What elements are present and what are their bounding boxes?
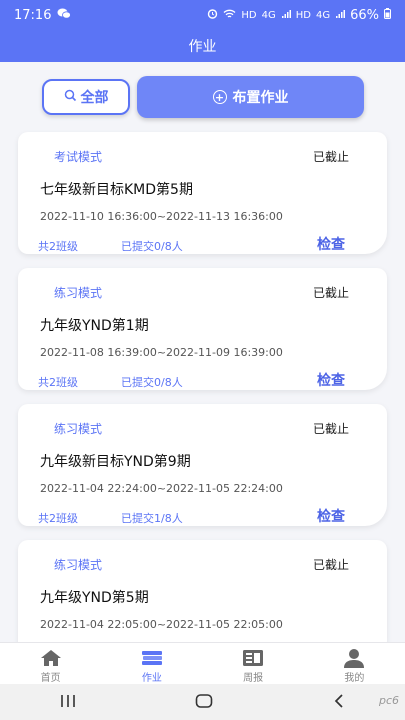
system-nav-bar — [0, 684, 405, 720]
network-label: 4G — [261, 9, 276, 21]
watermark: pc6 — [378, 694, 399, 707]
status-label: 已截止 — [312, 150, 349, 164]
wifi-icon — [223, 9, 236, 22]
homework-card[interactable]: 练习模式 已截止 九年级新目标YND第9期 2022-11-04 22:24:0… — [18, 404, 387, 526]
home-icon — [39, 647, 63, 668]
report-icon — [241, 647, 265, 668]
assign-homework-button[interactable]: + 布置作业 — [137, 76, 364, 118]
homework-card[interactable]: 练习模式 已截止 九年级YND第5期 2022-11-04 22:05:00~2… — [18, 540, 387, 642]
signal-icon — [335, 9, 346, 22]
status-bar: 17:16 HD 4G HD 4G 66% — [0, 0, 405, 30]
status-time: 17:16 — [14, 7, 52, 23]
tab-profile[interactable]: 我的 — [304, 643, 405, 684]
homework-title: 九年级YND第5期 — [40, 590, 149, 606]
homework-list[interactable]: 考试模式 已截止 七年级新目标KMD第5期 2022-11-10 16:36:0… — [0, 130, 405, 642]
battery-icon — [384, 8, 391, 22]
recent-apps-icon[interactable] — [60, 693, 76, 712]
back-icon[interactable] — [333, 693, 345, 712]
submitted-count: 已提交1/8人 — [121, 512, 183, 525]
date-range: 2022-11-04 22:05:00~2022-11-05 22:05:00 — [40, 618, 283, 631]
all-filter-button[interactable]: 全部 — [42, 79, 130, 115]
home-nav-icon[interactable] — [195, 693, 213, 712]
class-count: 共2班级 — [38, 240, 78, 253]
all-filter-label: 全部 — [80, 90, 109, 106]
mode-label: 练习模式 — [54, 558, 103, 572]
homework-title: 九年级新目标YND第9期 — [40, 454, 191, 470]
tab-homework[interactable]: 作业 — [101, 643, 202, 684]
status-label: 已截止 — [312, 558, 349, 572]
search-icon — [64, 89, 77, 106]
check-button[interactable]: 检查 — [317, 234, 345, 254]
mode-label: 考试模式 — [54, 150, 103, 164]
tab-weekly-report[interactable]: 周报 — [203, 643, 304, 684]
mode-label: 练习模式 — [54, 286, 103, 300]
network-label: HD — [241, 9, 257, 21]
homework-title: 九年级YND第1期 — [40, 318, 149, 334]
tab-homework-label: 作业 — [141, 673, 162, 684]
network-label: HD — [295, 9, 311, 21]
status-label: 已截止 — [312, 286, 349, 300]
tab-weekly-report-label: 周报 — [243, 673, 264, 684]
page-header: 作业 — [0, 30, 405, 62]
homework-card[interactable]: 考试模式 已截止 七年级新目标KMD第5期 2022-11-10 16:36:0… — [18, 132, 387, 254]
network-label: 4G — [315, 9, 331, 21]
date-range: 2022-11-08 16:39:00~2022-11-09 16:39:00 — [40, 346, 283, 359]
bottom-tab-bar: 首页 作业 周报 我的 — [0, 642, 405, 684]
profile-icon — [342, 647, 366, 668]
alarm-icon — [207, 8, 218, 22]
signal-icon — [281, 9, 291, 22]
battery-percent: 66% — [350, 7, 379, 23]
books-icon — [140, 647, 164, 668]
tab-profile-label: 我的 — [344, 673, 365, 684]
date-range: 2022-11-10 16:36:00~2022-11-13 16:36:00 — [40, 210, 283, 223]
mode-label: 练习模式 — [54, 422, 103, 436]
class-count: 共2班级 — [38, 376, 78, 389]
status-label: 已截止 — [312, 422, 349, 436]
date-range: 2022-11-04 22:24:00~2022-11-05 22:24:00 — [40, 482, 283, 495]
tab-home-label: 首页 — [40, 673, 61, 684]
filter-row: 全部 + 布置作业 — [0, 62, 405, 130]
tab-home[interactable]: 首页 — [0, 643, 101, 684]
check-button[interactable]: 检查 — [317, 506, 345, 526]
wechat-icon — [57, 8, 72, 22]
plus-circle-icon: + — [212, 90, 227, 104]
homework-card[interactable]: 练习模式 已截止 九年级YND第1期 2022-11-08 16:39:00~2… — [18, 268, 387, 390]
page-title: 作业 — [188, 39, 217, 55]
submitted-count: 已提交0/8人 — [121, 376, 183, 389]
check-button[interactable]: 检查 — [317, 370, 345, 390]
class-count: 共2班级 — [38, 512, 78, 525]
submitted-count: 已提交0/8人 — [121, 240, 183, 253]
assign-homework-label: 布置作业 — [232, 90, 289, 106]
homework-title: 七年级新目标KMD第5期 — [40, 182, 193, 198]
